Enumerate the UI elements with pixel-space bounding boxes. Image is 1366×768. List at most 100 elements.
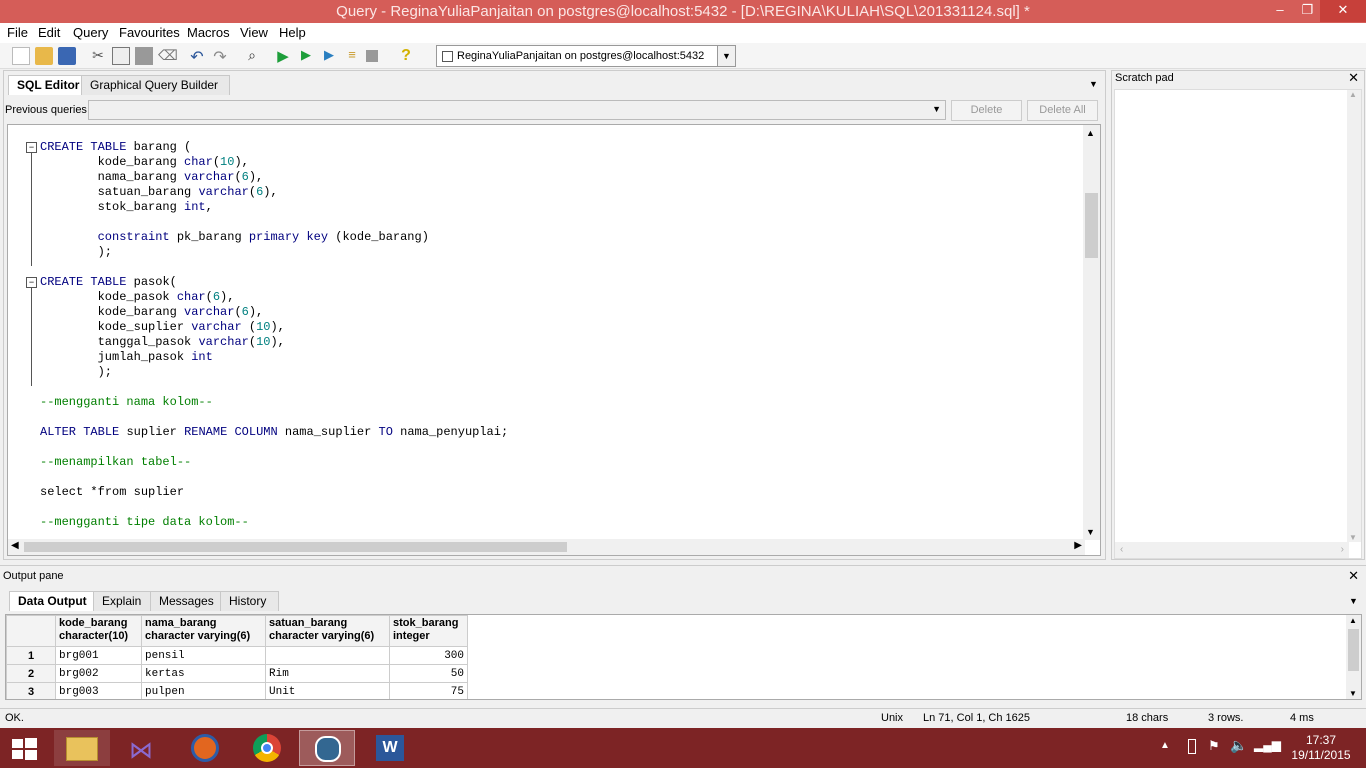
row-number[interactable]: 1 bbox=[6, 646, 56, 665]
scroll-thumb[interactable] bbox=[1348, 629, 1359, 671]
execute-to-file-icon[interactable]: ▶ bbox=[320, 47, 338, 65]
start-button[interactable] bbox=[0, 730, 50, 766]
delete-all-button[interactable]: Delete All bbox=[1027, 100, 1098, 121]
word-icon[interactable]: W bbox=[362, 730, 418, 766]
delete-button[interactable]: Delete bbox=[951, 100, 1022, 121]
table-row[interactable]: 1 brg001 pensil 300 bbox=[6, 646, 468, 665]
help-icon[interactable]: ? bbox=[397, 47, 415, 65]
menu-favourites[interactable]: Favourites bbox=[119, 25, 180, 40]
column-header[interactable]: nama_barang character varying(6) bbox=[141, 615, 266, 647]
editor-horizontal-scrollbar[interactable]: ◀ ▶ bbox=[8, 539, 1085, 555]
panel-menu-icon[interactable]: ▼ bbox=[1349, 596, 1358, 606]
execute-pgscript-icon[interactable]: ▶ bbox=[297, 47, 315, 65]
scroll-up-icon[interactable]: ▲ bbox=[1086, 128, 1095, 138]
connection-select[interactable]: ReginaYuliaPanjaitan on postgres@localho… bbox=[436, 45, 736, 67]
menu-query[interactable]: Query bbox=[73, 25, 108, 40]
clear-icon[interactable]: ⌫ bbox=[158, 47, 178, 65]
redo-icon[interactable]: ↷ bbox=[211, 47, 229, 66]
battery-icon[interactable] bbox=[1188, 739, 1196, 754]
new-file-icon[interactable] bbox=[12, 47, 30, 65]
tab-history[interactable]: History bbox=[220, 591, 279, 611]
table-row[interactable]: 2 brg002 kertas Rim 50 bbox=[6, 664, 468, 683]
visual-studio-icon[interactable]: ⋈ bbox=[115, 730, 171, 766]
tab-messages[interactable]: Messages bbox=[150, 591, 221, 611]
table-cell[interactable]: brg003 bbox=[55, 682, 142, 699]
table-row[interactable]: 3 brg003 pulpen Unit 75 bbox=[6, 682, 468, 699]
open-file-icon[interactable] bbox=[35, 47, 53, 65]
scroll-up-icon[interactable]: ▲ bbox=[1349, 616, 1357, 625]
menu-macros[interactable]: Macros bbox=[187, 25, 230, 40]
scratch-horizontal-scrollbar[interactable]: ‹ › bbox=[1115, 542, 1349, 558]
table-cell[interactable]: kertas bbox=[141, 664, 266, 683]
copy-icon[interactable] bbox=[112, 47, 130, 65]
volume-icon[interactable]: 🔈 bbox=[1230, 737, 1247, 754]
close-button[interactable]: ✕ bbox=[1320, 0, 1366, 22]
row-number[interactable]: 2 bbox=[6, 664, 56, 683]
cut-icon[interactable]: ✂ bbox=[89, 47, 107, 65]
firefox-icon[interactable] bbox=[177, 730, 233, 766]
scroll-down-icon[interactable]: ▼ bbox=[1086, 527, 1095, 537]
table-cell[interactable]: Rim bbox=[265, 664, 390, 683]
pgadmin-icon[interactable] bbox=[299, 730, 355, 766]
close-icon[interactable]: ✕ bbox=[1348, 568, 1359, 584]
sql-editor[interactable]: − − CREATE TABLE barang ( kode_barang ch… bbox=[7, 124, 1101, 556]
scroll-left-icon[interactable]: ◀ bbox=[11, 540, 19, 551]
column-header[interactable]: stok_barang integer bbox=[389, 615, 468, 647]
action-center-icon[interactable]: ⚑ bbox=[1208, 738, 1220, 754]
data-output-grid[interactable]: kode_barang character(10) nama_barang char… bbox=[5, 614, 1362, 700]
chevron-down-icon[interactable]: ▼ bbox=[717, 46, 735, 66]
close-icon[interactable]: ✕ bbox=[1348, 70, 1359, 86]
scroll-up-icon[interactable]: ▲ bbox=[1349, 90, 1357, 99]
scroll-right-icon[interactable]: ▶ bbox=[1074, 540, 1082, 551]
table-cell[interactable]: Unit bbox=[265, 682, 390, 699]
table-cell[interactable]: 75 bbox=[389, 682, 468, 699]
tab-explain[interactable]: Explain bbox=[93, 591, 151, 611]
scratch-pad-textarea[interactable]: ▲ ▼ ‹ › bbox=[1114, 89, 1362, 559]
scroll-left-icon[interactable]: ‹ bbox=[1120, 544, 1123, 555]
table-cell[interactable]: 50 bbox=[389, 664, 468, 683]
table-cell[interactable]: pensil bbox=[141, 646, 266, 665]
tab-sql-editor[interactable]: SQL Editor bbox=[8, 75, 89, 95]
column-header[interactable]: satuan_barang character varying(6) bbox=[265, 615, 390, 647]
column-header[interactable]: kode_barang character(10) bbox=[55, 615, 142, 647]
row-number[interactable]: 3 bbox=[6, 682, 56, 699]
network-icon[interactable]: ▂▄▆ bbox=[1254, 738, 1281, 752]
scroll-right-icon[interactable]: › bbox=[1341, 544, 1344, 555]
fold-marker-icon[interactable]: − bbox=[26, 277, 37, 288]
grid-vertical-scrollbar[interactable]: ▲ ▼ bbox=[1346, 615, 1361, 699]
explain-icon[interactable]: ≡ bbox=[343, 47, 361, 65]
table-cell[interactable]: 300 bbox=[389, 646, 468, 665]
clock[interactable]: 17:37 19/11/2015 bbox=[1285, 733, 1357, 763]
scroll-down-icon[interactable]: ▼ bbox=[1349, 533, 1357, 542]
scroll-thumb[interactable] bbox=[24, 542, 567, 552]
find-icon[interactable]: ⌕ bbox=[243, 47, 261, 65]
table-cell[interactable]: brg002 bbox=[55, 664, 142, 683]
maximize-button[interactable]: ❐ bbox=[1295, 0, 1320, 22]
menu-edit[interactable]: Edit bbox=[38, 25, 60, 40]
undo-icon[interactable]: ↶ bbox=[188, 47, 206, 66]
panel-menu-icon[interactable]: ▼ bbox=[1089, 79, 1098, 89]
scroll-down-icon[interactable]: ▼ bbox=[1349, 689, 1357, 698]
tab-graphical-query-builder[interactable]: Graphical Query Builder bbox=[81, 75, 230, 95]
execute-icon[interactable]: ▶ bbox=[274, 47, 292, 65]
editor-vertical-scrollbar[interactable]: ▲ ▼ bbox=[1083, 125, 1100, 540]
cancel-query-icon[interactable] bbox=[366, 50, 378, 62]
menu-view[interactable]: View bbox=[240, 25, 268, 40]
paste-icon[interactable] bbox=[135, 47, 153, 65]
minimize-button[interactable]: – bbox=[1265, 0, 1295, 22]
tab-data-output[interactable]: Data Output bbox=[9, 591, 96, 611]
file-explorer-icon[interactable] bbox=[54, 730, 110, 766]
previous-queries-select[interactable]: ▼ bbox=[88, 100, 946, 120]
save-file-icon[interactable] bbox=[58, 47, 76, 65]
menu-file[interactable]: File bbox=[7, 25, 28, 40]
scratch-vertical-scrollbar[interactable]: ▲ ▼ bbox=[1347, 90, 1361, 542]
show-hidden-icons-icon[interactable]: ▲ bbox=[1160, 740, 1170, 751]
fold-marker-icon[interactable]: − bbox=[26, 142, 37, 153]
chrome-icon[interactable] bbox=[239, 730, 295, 766]
table-cell[interactable]: brg001 bbox=[55, 646, 142, 665]
table-cell[interactable] bbox=[265, 646, 390, 665]
table-cell[interactable]: pulpen bbox=[141, 682, 266, 699]
menu-help[interactable]: Help bbox=[279, 25, 306, 40]
connection-checkbox[interactable] bbox=[442, 51, 453, 62]
scroll-thumb[interactable] bbox=[1085, 193, 1098, 258]
